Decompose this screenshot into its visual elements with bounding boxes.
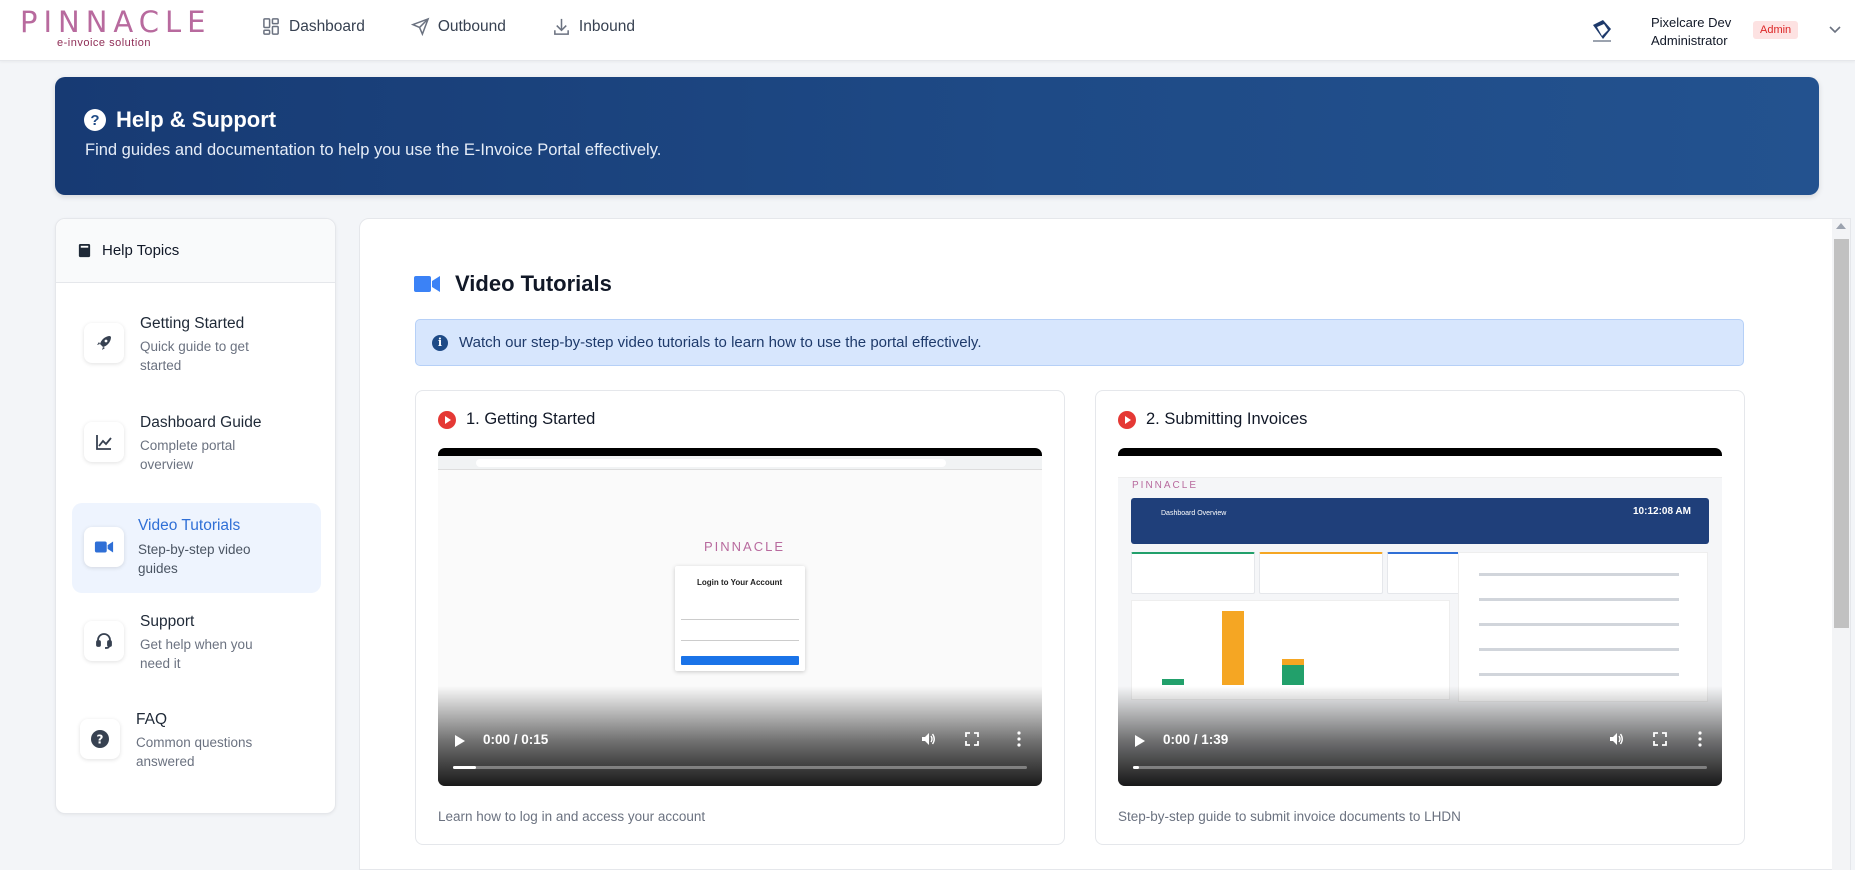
play-circle-icon <box>1118 410 1136 429</box>
video-frame-logo: PINNACLE <box>1132 480 1199 491</box>
topic-title: Getting Started <box>140 315 245 332</box>
topic-title: Video Tutorials <box>138 517 241 534</box>
video-title-text: 1. Getting Started <box>466 410 596 428</box>
logo-wordmark: PINNACLE <box>20 5 212 39</box>
nav-label: Outbound <box>437 17 506 35</box>
nav-inbound[interactable]: Inbound <box>552 17 635 36</box>
chart-line-icon <box>84 422 124 462</box>
video-card-submitting-invoices: 2. Submitting Invoices PINNACLE Dashboar… <box>1095 390 1745 845</box>
headset-icon <box>84 621 124 661</box>
help-topics-title: Help Topics <box>102 242 180 259</box>
topic-dashboard-guide[interactable]: Dashboard Guide Complete portal overview <box>72 398 321 488</box>
nav-dashboard[interactable]: Dashboard <box>262 17 365 36</box>
topic-video-tutorials[interactable]: Video Tutorials Step-by-step video guide… <box>72 503 321 593</box>
topic-title: FAQ <box>136 711 168 728</box>
play-icon[interactable] <box>455 735 465 747</box>
top-navbar: PINNACLE e-invoice solution Dashboard Ou… <box>0 0 1855 61</box>
nav-label: Inbound <box>578 17 635 35</box>
video-frame-login-card: Login to Your Account <box>675 566 805 671</box>
book-icon <box>78 243 91 258</box>
topic-title: Support <box>140 613 195 630</box>
nav-outbound[interactable]: Outbound <box>410 17 506 36</box>
topic-support[interactable]: Support Get help when you need it <box>72 597 321 687</box>
main-nav: Dashboard Outbound Inbound <box>262 17 635 36</box>
topic-faq[interactable]: ? FAQ Common questions answered <box>72 695 321 785</box>
scrollbar[interactable] <box>1832 219 1850 870</box>
send-icon <box>410 17 430 36</box>
brand-logo[interactable]: PINNACLE e-invoice solution <box>20 6 220 49</box>
video-time: 0:00 / 0:15 <box>483 732 549 747</box>
video-frame-logo: PINNACLE <box>704 539 786 554</box>
play-icon[interactable] <box>1135 735 1145 747</box>
help-topics-header: Help Topics <box>56 219 335 283</box>
scrollbar-thumb[interactable] <box>1834 239 1849 628</box>
video-description: Step-by-step guide to submit invoice doc… <box>1118 809 1461 824</box>
volume-icon[interactable] <box>920 731 936 747</box>
video-player[interactable]: PINNACLE Dashboard Overview 10:12:08 AM <box>1118 448 1722 786</box>
topic-desc: Complete portal overview <box>140 438 236 472</box>
play-circle-icon <box>438 410 456 429</box>
dashboard-icon <box>263 18 279 35</box>
video-card-title: 1. Getting Started <box>438 410 595 429</box>
video-frame-banner: Dashboard Overview 10:12:08 AM <box>1131 498 1709 544</box>
more-options-icon[interactable] <box>1698 731 1702 747</box>
volume-icon[interactable] <box>1608 731 1624 747</box>
help-topics-panel: Help Topics Getting Started Quick guide … <box>55 218 336 814</box>
video-time: 0:00 / 1:39 <box>1163 732 1229 747</box>
page-title: ? Help & Support <box>84 107 276 133</box>
question-circle-icon: ? <box>80 719 120 759</box>
chevron-down-icon[interactable] <box>1828 22 1842 36</box>
topic-desc: Get help when you need it <box>140 637 253 671</box>
info-alert: i Watch our step-by-step video tutorials… <box>415 319 1744 366</box>
user-menu[interactable]: Pixelcare Dev Administrator Admin <box>1575 0 1855 60</box>
video-progress-fill <box>1133 766 1139 769</box>
user-identity: Pixelcare Dev Administrator <box>1651 14 1731 50</box>
page-subtitle: Find guides and documentation to help yo… <box>85 141 662 159</box>
video-card-title: 2. Submitting Invoices <box>1118 410 1307 429</box>
topic-desc: Step-by-step video guides <box>138 542 251 576</box>
video-browser-bar <box>1118 456 1722 478</box>
video-progress-bar[interactable] <box>453 766 1027 769</box>
page-title-text: Help & Support <box>116 107 277 132</box>
video-player[interactable]: PINNACLE Login to Your Account 0:00 / 0:… <box>438 448 1042 786</box>
video-camera-icon <box>84 527 124 567</box>
download-icon <box>554 18 569 35</box>
video-camera-icon <box>414 276 440 292</box>
role-badge: Admin <box>1753 21 1799 39</box>
fullscreen-icon[interactable] <box>1653 732 1667 746</box>
user-role: Administrator <box>1651 33 1728 48</box>
video-progress-bar[interactable] <box>1133 766 1707 769</box>
rocket-icon <box>84 323 124 363</box>
scroll-up-arrow-icon[interactable] <box>1836 223 1846 229</box>
svg-text:?: ? <box>97 733 104 747</box>
nav-label: Dashboard <box>289 17 365 35</box>
info-text: Watch our step-by-step video tutorials t… <box>459 334 982 351</box>
question-circle-icon: ? <box>84 109 106 131</box>
video-title-text: 2. Submitting Invoices <box>1146 410 1308 428</box>
video-browser-bar <box>438 456 1042 470</box>
user-org: Pixelcare Dev <box>1651 15 1732 30</box>
help-banner: ? Help & Support Find guides and documen… <box>55 77 1819 195</box>
section-title: Video Tutorials <box>413 271 612 297</box>
video-tutorials-panel: Video Tutorials i Watch our step-by-step… <box>359 218 1851 870</box>
topic-desc: Common questions answered <box>136 735 253 769</box>
video-card-getting-started: 1. Getting Started PINNACLE Login to You… <box>415 390 1065 845</box>
info-icon: i <box>432 334 448 351</box>
video-description: Learn how to log in and access your acco… <box>438 809 706 824</box>
topic-title: Dashboard Guide <box>140 414 262 431</box>
fullscreen-icon[interactable] <box>965 732 979 746</box>
topic-desc: Quick guide to get started <box>140 339 249 373</box>
organization-logo-icon <box>1593 20 1611 42</box>
more-options-icon[interactable] <box>1017 731 1021 747</box>
topic-getting-started[interactable]: Getting Started Quick guide to get start… <box>72 299 321 389</box>
section-title-text: Video Tutorials <box>455 271 612 296</box>
video-progress-fill <box>453 766 476 769</box>
